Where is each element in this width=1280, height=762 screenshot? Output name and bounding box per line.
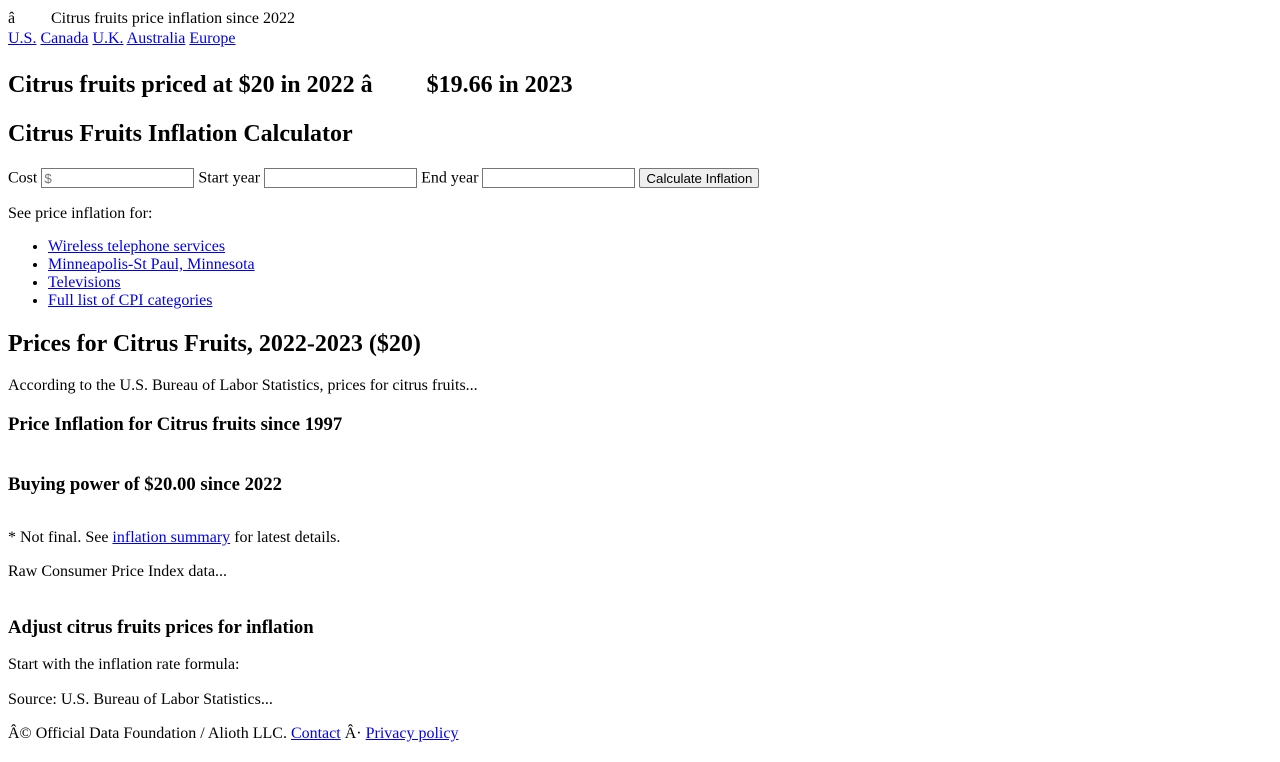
footer-copyright: Â© Official Data Foundation / Alioth LLC… — [8, 725, 287, 742]
raw-cpi-text: Raw Consumer Price Index data... — [8, 563, 228, 580]
footer: Â© Official Data Foundation / Alioth LLC… — [8, 725, 458, 743]
list-item: Minneapolis-St Paul, Minnesota — [48, 256, 255, 274]
nav-link-canada[interactable]: Canada — [40, 30, 88, 47]
footer-contact-link[interactable]: Contact — [291, 725, 341, 742]
calculator-form: Cost Start year End year Calculate Infla… — [8, 168, 760, 188]
list-item: Wireless telephone services — [48, 238, 255, 256]
headline-left: Citrus fruits priced at $20 in 2022 â — [8, 72, 373, 98]
page: â Citrus fruits price inflation since 202… — [0, 0, 1280, 742]
buying-power-title: Buying power of $20.00 since 2022 — [8, 474, 282, 495]
see-also-link-televisions[interactable]: Televisions — [48, 274, 121, 291]
end-year-input[interactable] — [482, 168, 636, 188]
banner-text: Citrus fruits price inflation since 2022 — [51, 10, 295, 27]
see-also-list: Wireless telephone services Minneapolis-… — [8, 238, 255, 310]
see-also-link-minneapolis[interactable]: Minneapolis-St Paul, Minnesota — [48, 256, 255, 273]
end-year-label: End year — [421, 169, 479, 187]
inflation-since-title: Price Inflation for Citrus fruits since … — [8, 414, 343, 435]
footer-privacy-link[interactable]: Privacy policy — [366, 725, 459, 742]
not-final-suffix: for latest details. — [234, 529, 341, 546]
nav-link-europe[interactable]: Europe — [189, 30, 235, 47]
list-item: Televisions — [48, 274, 255, 292]
calculator-title: Citrus Fruits Inflation Calculator — [8, 121, 353, 147]
see-also-intro: See price inflation for: — [8, 205, 153, 222]
cost-input[interactable] — [41, 168, 195, 188]
calculate-inflation-button[interactable]: Calculate Inflation — [639, 168, 760, 188]
nav-link-uk[interactable]: U.K. — [92, 30, 123, 47]
banner-prefix: â — [8, 10, 16, 27]
prices-section-title: Prices for Citrus Fruits, 2022-2023 ($20… — [8, 331, 421, 357]
not-final-note: * Not final. See inflation summary for l… — [8, 529, 340, 547]
top-banner: â Citrus fruits price inflation since 202… — [8, 10, 295, 28]
adjust-title: Adjust citrus fruits prices for inflatio… — [8, 617, 314, 638]
nav-link-us[interactable]: U.S. — [8, 30, 36, 47]
source-text: Source: U.S. Bureau of Labor Statistics.… — [8, 691, 273, 708]
start-year-input[interactable] — [264, 168, 418, 188]
nav-link-australia[interactable]: Australia — [127, 30, 186, 47]
formula-intro: Start with the inflation rate formula: — [8, 656, 240, 673]
page-headline: Citrus fruits priced at $20 in 2022 â $19… — [8, 71, 573, 99]
not-final-prefix: * Not final. See — [8, 529, 109, 546]
list-item: Full list of CPI categories — [48, 292, 255, 310]
footer-separator: Â· — [344, 725, 362, 742]
cost-label: Cost — [8, 169, 38, 187]
headline-right: $19.66 in 2023 — [426, 72, 573, 98]
country-nav: U.S. Canada U.K. Australia Europe — [8, 30, 236, 48]
inflation-summary-link[interactable]: inflation summary — [112, 529, 230, 546]
see-also-link-wireless[interactable]: Wireless telephone services — [48, 238, 225, 255]
prices-section-body: According to the U.S. Bureau of Labor St… — [8, 377, 478, 394]
start-year-label: Start year — [198, 169, 261, 187]
see-also-link-cpi-categories[interactable]: Full list of CPI categories — [48, 292, 212, 309]
